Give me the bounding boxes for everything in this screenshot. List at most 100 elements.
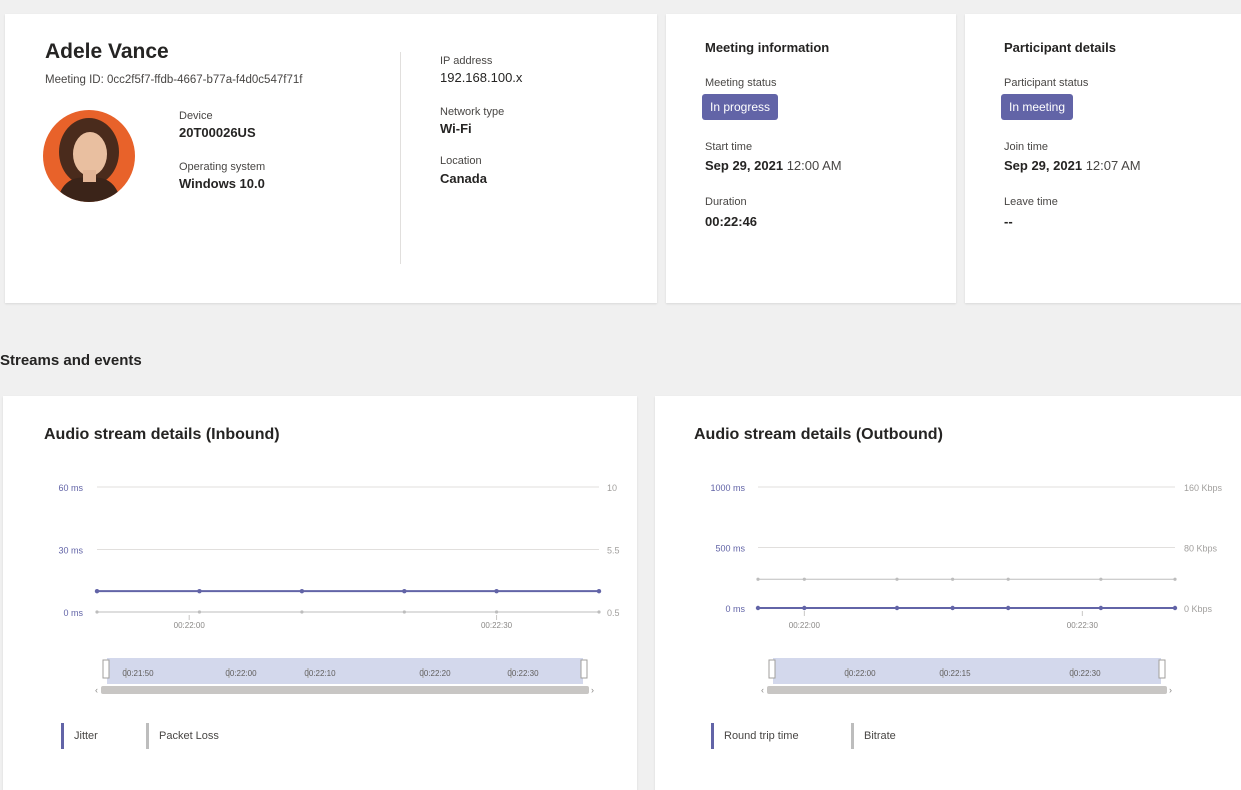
ip-label: IP address	[440, 55, 493, 67]
legend-round-trip[interactable]: Round trip time	[711, 723, 799, 749]
data-point-round-trip-time	[1006, 605, 1011, 611]
location-label: Location	[440, 155, 482, 167]
navigator-tick-label: 00:21:50	[122, 669, 154, 678]
data-point-jitter	[494, 588, 499, 594]
data-point-packet-loss	[197, 610, 202, 614]
start-time: 12:00 AM	[786, 158, 842, 173]
data-point-bitrate	[951, 577, 955, 581]
navigator-tick-label: 00:22:10	[304, 669, 336, 678]
left-axis-tick: 500 ms	[715, 544, 745, 554]
right-axis-tick: 160 Kbps	[1184, 483, 1223, 493]
legend-jitter[interactable]: Jitter	[61, 723, 98, 749]
data-point-round-trip-time	[950, 605, 955, 611]
navigator-left-handle	[102, 659, 110, 679]
x-tick-label: 00:22:00	[174, 621, 206, 630]
data-point-round-trip-time	[894, 605, 900, 611]
meeting-status-badge: In progress	[702, 94, 779, 120]
data-point-round-trip-time	[802, 605, 807, 611]
participant-card: Adele Vance Meeting ID: 0cc2f5f7-ffdb-46…	[5, 14, 657, 303]
navigator-scroll-right-icon: ›	[1169, 685, 1172, 695]
leave-time-value: --	[1004, 214, 1013, 229]
ip-value: 192.168.100.x	[440, 70, 523, 85]
duration-label: Duration	[705, 196, 747, 208]
left-axis-tick: 0 ms	[725, 604, 745, 614]
device-value: 20T00026US	[179, 125, 256, 140]
legend-jitter-swatch	[61, 723, 64, 749]
navigator-tick-label: 00:22:20	[419, 669, 451, 678]
navigator-tick-label: 00:22:30	[507, 669, 539, 678]
location-value: Canada	[440, 171, 487, 186]
data-point-packet-loss	[300, 610, 304, 614]
navigator-right-handle	[580, 659, 588, 679]
divider	[400, 52, 401, 264]
legend-bitrate-label: Bitrate	[864, 730, 896, 742]
data-point-bitrate	[802, 577, 806, 581]
inbound-chart[interactable]: 0 ms 0.5 30 ms 5.5 60 ms 10 00:22:00 00:22:30 ‹ ›…	[3, 396, 637, 790]
avatar	[43, 110, 135, 202]
legend-bitrate[interactable]: Bitrate	[851, 723, 896, 749]
duration-value: 00:22:46	[705, 214, 758, 229]
device-label: Device	[179, 110, 213, 122]
navigator-scroll-right-icon: ›	[591, 685, 594, 695]
data-point-bitrate	[1099, 577, 1103, 581]
join-date: Sep 29, 2021	[1004, 158, 1083, 173]
participant-name: Adele Vance	[45, 40, 169, 63]
data-point-jitter	[402, 588, 407, 594]
data-point-packet-loss	[494, 610, 499, 614]
participant-status-label: Participant status	[1004, 77, 1089, 89]
data-point-bitrate	[756, 577, 760, 581]
data-point-round-trip-time	[755, 605, 761, 611]
meeting-status-label: Meeting status	[705, 77, 777, 89]
data-point-packet-loss	[95, 610, 99, 614]
navigator-tick-label: 00:22:30	[1069, 669, 1101, 678]
navigator-scrollbar	[767, 686, 1167, 694]
network-value: Wi-Fi	[440, 121, 472, 136]
data-point-jitter	[94, 588, 100, 594]
network-label: Network type	[440, 106, 505, 118]
legend-bitrate-swatch	[851, 723, 854, 749]
navigator-right-handle	[1158, 659, 1166, 679]
participant-status-badge: In meeting	[1001, 94, 1074, 120]
leave-time-label: Leave time	[1004, 196, 1058, 208]
navigator-scroll-left-icon: ‹	[95, 685, 98, 695]
os-value: Windows 10.0	[179, 176, 265, 191]
start-time-label: Start time	[705, 141, 753, 153]
outbound-chart-card: Audio stream details (Outbound) 0 ms 0 Kb…	[655, 396, 1241, 790]
participant-details-card: Participant details Participant status I…	[965, 14, 1241, 303]
data-point-bitrate	[895, 577, 899, 581]
x-tick-label: 00:22:00	[789, 621, 821, 630]
right-axis-tick: 5.5	[607, 546, 620, 556]
navigator-tick-label: 00:22:15	[939, 669, 971, 678]
inbound-chart-card: Audio stream details (Inbound) 0 ms 0.5 30…	[3, 396, 637, 790]
x-tick-label: 00:22:30	[1067, 621, 1099, 630]
legend-round-trip-label: Round trip time	[724, 730, 799, 742]
data-point-jitter	[197, 588, 202, 594]
start-time-value: Sep 29, 2021 12:00 AM	[705, 158, 842, 173]
legend-packet-loss[interactable]: Packet Loss	[146, 723, 219, 749]
right-axis-tick: 10	[607, 483, 617, 493]
data-point-round-trip-time	[1098, 605, 1104, 611]
left-axis-tick: 60 ms	[58, 483, 83, 493]
meeting-info-title: Meeting information	[705, 40, 830, 55]
data-point-packet-loss	[402, 610, 406, 614]
data-point-jitter	[596, 588, 602, 594]
left-axis-tick: 30 ms	[58, 546, 83, 556]
right-axis-tick: 80 Kbps	[1184, 544, 1218, 554]
navigator-scroll-left-icon: ‹	[761, 685, 764, 695]
right-axis-tick: 0.5	[607, 608, 620, 618]
data-point-packet-loss	[597, 610, 601, 614]
navigator-scrollbar	[101, 686, 589, 694]
navigator-tick-label: 00:22:00	[225, 669, 257, 678]
left-axis-tick: 0 ms	[63, 608, 83, 618]
start-date: Sep 29, 2021	[705, 158, 784, 173]
meeting-info-card: Meeting information Meeting status In pr…	[666, 14, 956, 303]
left-axis-tick: 1000 ms	[710, 483, 745, 493]
data-point-jitter	[299, 588, 305, 594]
join-time-value: Sep 29, 2021 12:07 AM	[1004, 158, 1141, 173]
data-point-bitrate	[1006, 577, 1010, 581]
navigator-left-handle	[768, 659, 776, 679]
legend-packet-loss-label: Packet Loss	[159, 730, 219, 742]
meeting-id: Meeting ID: 0cc2f5f7-ffdb-4667-b77a-f4d0…	[45, 74, 303, 86]
x-tick-label: 00:22:30	[481, 621, 513, 630]
participant-details-title: Participant details	[1004, 40, 1116, 55]
